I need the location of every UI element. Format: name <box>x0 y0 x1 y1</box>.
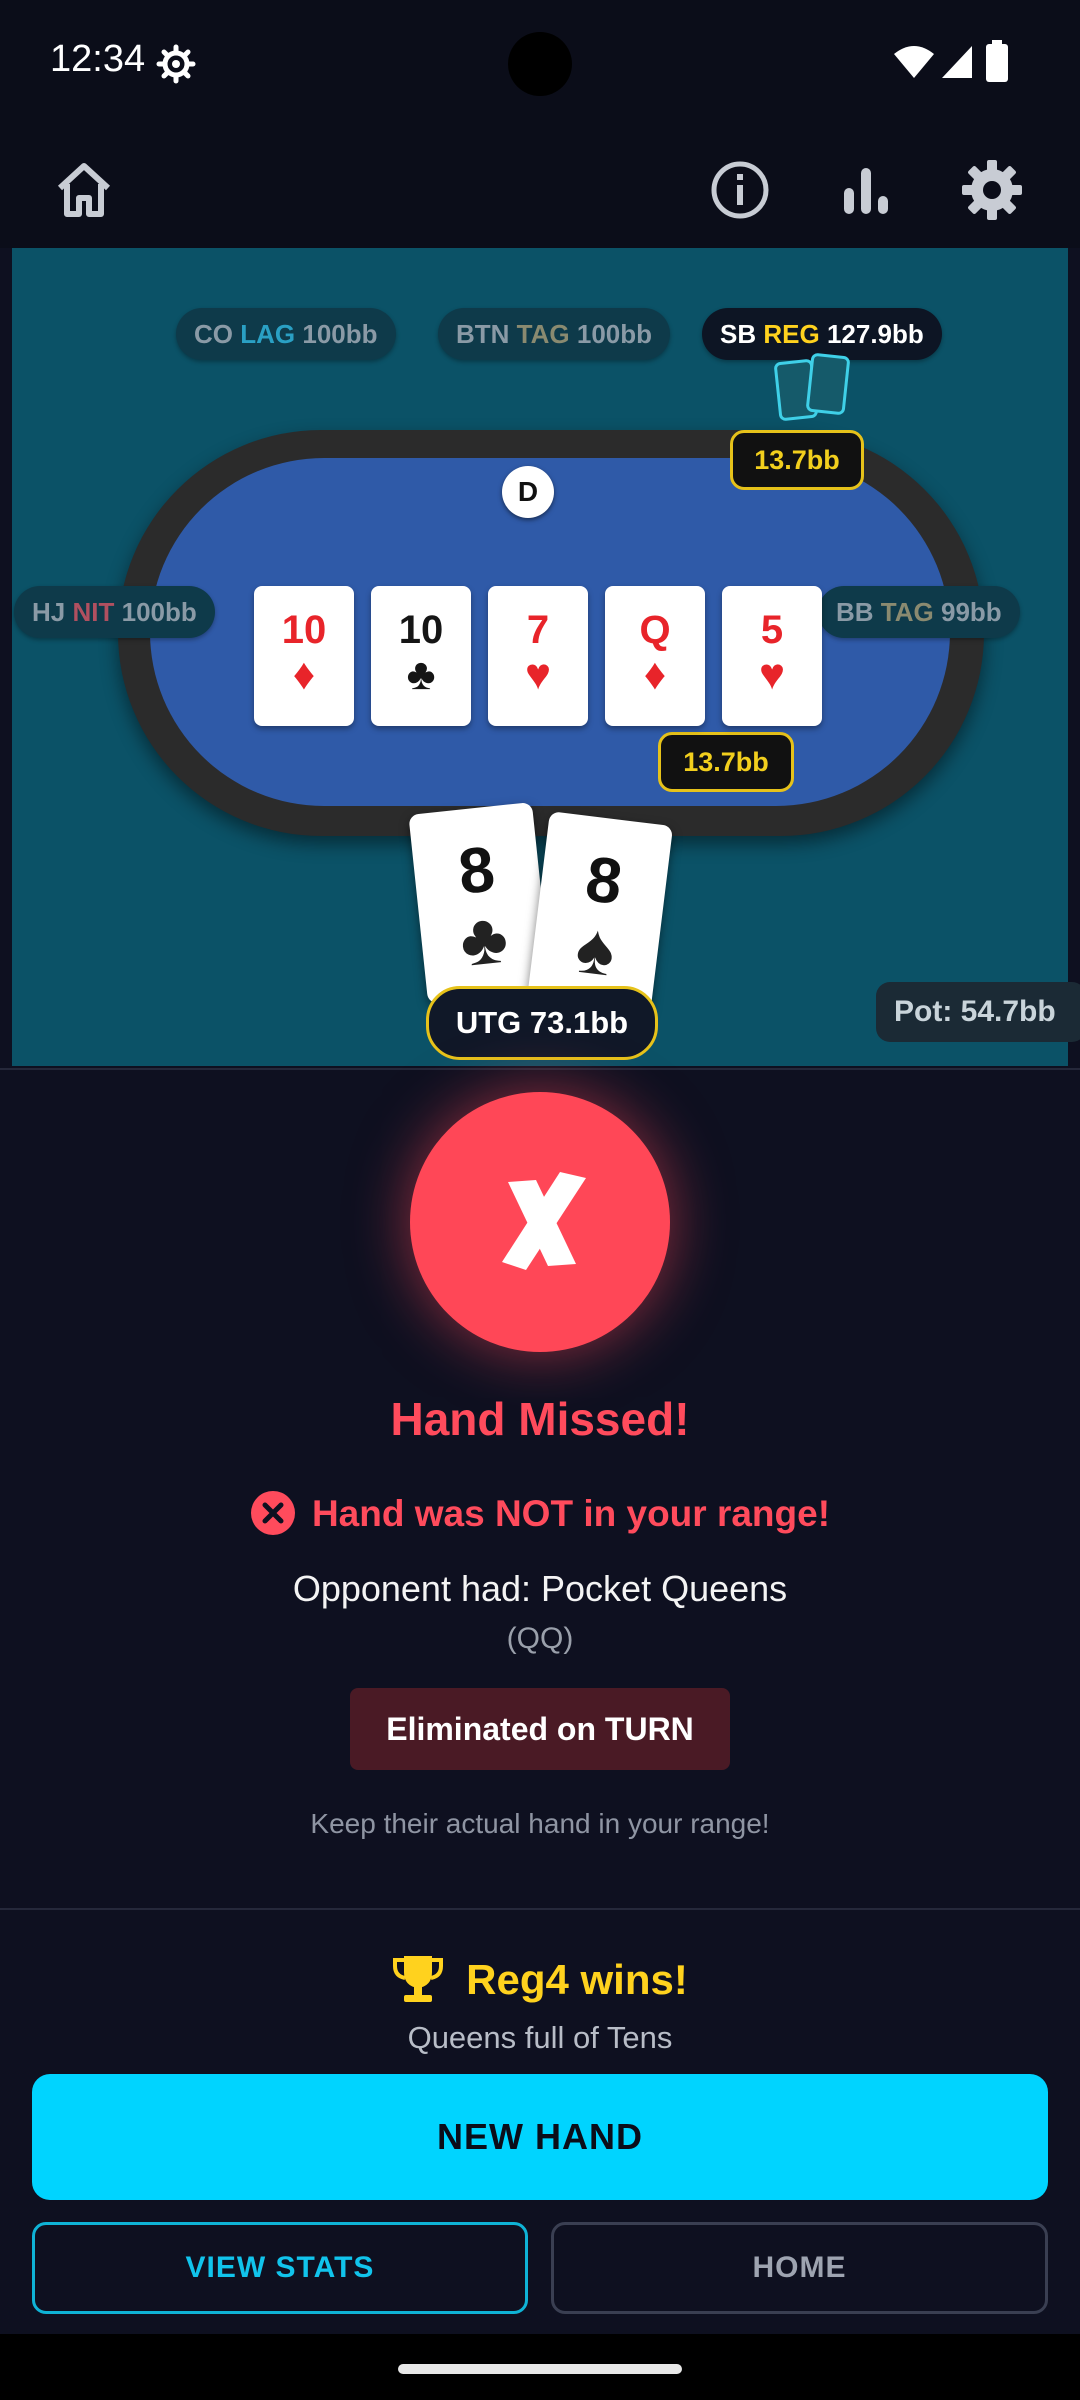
player-type: TAG <box>516 319 570 349</box>
seat-stack: 100bb <box>121 597 197 627</box>
stats-icon[interactable] <box>834 158 898 222</box>
home-button[interactable]: HOME <box>551 2222 1048 2314</box>
winner-text: Reg4 wins! <box>466 1956 688 2003</box>
status-bar: 12:34 <box>0 0 1080 128</box>
player-type: TAG <box>880 597 934 627</box>
winner-line: Reg4 wins! <box>0 1954 1080 2004</box>
board-card: 10 ♣ <box>371 586 471 726</box>
heart-suit-icon: ♥ <box>758 650 786 699</box>
seat-hj: HJ NIT 100bb <box>14 586 215 638</box>
result-badge <box>410 1092 670 1352</box>
wifi-icon <box>894 46 934 78</box>
player-type: REG <box>763 319 820 349</box>
divider <box>0 1068 1080 1070</box>
seat-position: SB <box>720 319 757 349</box>
board-card: 10 ♦ <box>254 586 354 726</box>
spade-suit-icon: ♠ <box>571 907 620 992</box>
seat-bb: BB TAG 99bb <box>818 586 1020 638</box>
card-rank: 7 <box>526 608 550 652</box>
camera-cutout <box>508 32 572 96</box>
diamond-suit-icon: ♦ <box>292 650 316 699</box>
seat-position: HJ <box>32 597 66 627</box>
app-bar <box>0 128 1080 248</box>
seat-btn: BTN TAG 100bb <box>438 308 671 360</box>
divider <box>0 1908 1080 1910</box>
card-rank: 10 <box>281 608 327 652</box>
view-stats-button[interactable]: VIEW STATS <box>32 2222 528 2314</box>
home-icon[interactable] <box>52 158 116 222</box>
pot-label: Pot: 54.7bb <box>876 982 1080 1042</box>
opponent-card-backs <box>774 353 850 421</box>
trophy-icon <box>393 1956 444 2002</box>
error-circle-icon <box>250 1491 295 1535</box>
battery-icon <box>986 40 1008 82</box>
heart-suit-icon: ♥ <box>524 650 552 699</box>
gesture-handle[interactable] <box>398 2364 682 2374</box>
seat-position: CO <box>194 319 233 349</box>
cross-icon <box>502 1172 586 1270</box>
player-type: LAG <box>240 319 296 349</box>
seat-position: BTN <box>456 319 510 349</box>
new-hand-button[interactable]: NEW HAND <box>32 2074 1048 2200</box>
signal-icon <box>942 46 972 78</box>
board-card: Q ♦ <box>605 586 705 726</box>
range-message-text: Hand was NOT in your range! <box>311 1493 831 1534</box>
eliminated-badge: Eliminated on TURN <box>350 1688 730 1770</box>
player-type: NIT <box>72 597 115 627</box>
status-time: 12:34 <box>50 38 146 80</box>
seat-stack: 100bb <box>576 319 653 349</box>
diamond-suit-icon: ♦ <box>643 650 667 699</box>
club-suit-icon: ♣ <box>406 650 436 699</box>
settings-gear-status-icon <box>156 44 196 84</box>
result-title: Hand Missed! <box>390 1393 690 1445</box>
seat-position: BB <box>836 597 874 627</box>
winner-hand: Queens full of Tens <box>407 2020 673 2055</box>
card-rank: 10 <box>398 608 444 652</box>
range-message: Hand was NOT in your range! <box>0 1490 1080 1536</box>
info-icon[interactable] <box>708 158 772 222</box>
hero-hole-card: 8 ♠ <box>526 811 674 1015</box>
tip-text: Keep their actual hand in your range! <box>310 1808 770 1839</box>
opponent-hand: Opponent had: Pocket Queens <box>292 1568 788 1609</box>
sb-bet-chip: 13.7bb <box>730 430 864 490</box>
seat-stack: 99bb <box>940 597 1002 627</box>
seat-stack: 100bb <box>302 319 378 349</box>
dealer-button: D <box>502 466 554 518</box>
card-rank: 5 <box>760 608 784 652</box>
seat-co: CO LAG 100bb <box>176 308 396 360</box>
card-rank: Q <box>639 608 671 652</box>
board-card: 5 ♥ <box>722 586 822 726</box>
seat-stack: 127.9bb <box>826 319 924 349</box>
hero-seat-label: UTG 73.1bb <box>426 986 658 1060</box>
settings-icon[interactable] <box>960 158 1024 222</box>
hero-bet-chip: 13.7bb <box>658 732 794 792</box>
board-card: 7 ♥ <box>488 586 588 726</box>
opponent-combo: (QQ) <box>506 1622 574 1655</box>
